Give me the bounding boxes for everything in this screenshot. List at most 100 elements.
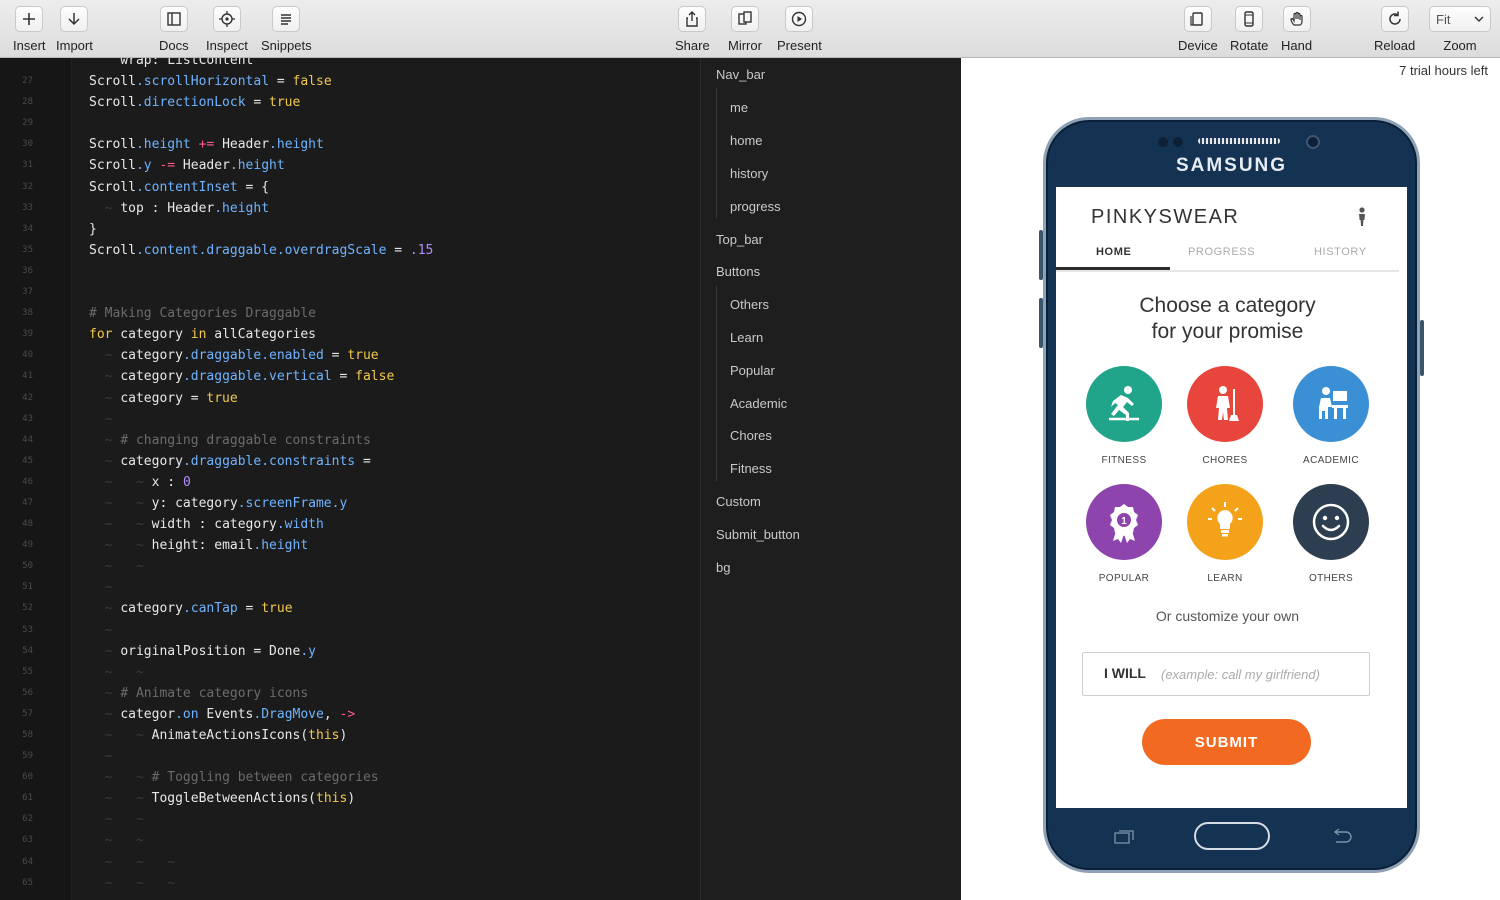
mirror-button[interactable]: Mirror bbox=[728, 6, 762, 53]
zoom-select[interactable]: Fit bbox=[1429, 6, 1491, 32]
customize-text: Or customize your own bbox=[1155, 608, 1300, 624]
code-line: 57 ~ categor.on Events.DragMove, -> bbox=[22, 706, 356, 722]
app-title: PINKYSWEAR bbox=[1091, 206, 1240, 228]
mirror-label: Mirror bbox=[728, 38, 762, 53]
target-icon bbox=[212, 6, 241, 32]
sidebar-icon bbox=[159, 6, 188, 32]
device-button[interactable]: Device bbox=[1178, 6, 1218, 53]
tab-home[interactable]: HOME bbox=[1096, 246, 1131, 258]
person-icon[interactable] bbox=[1356, 207, 1368, 227]
reload-label: Reload bbox=[1374, 38, 1416, 53]
present-button[interactable]: Present bbox=[777, 6, 822, 53]
layer-submit-button[interactable]: Submit_button bbox=[716, 527, 800, 542]
code-line: 47 ~ ~ y: category.screenFrame.y bbox=[22, 495, 348, 511]
headline-line-1: Choose a category bbox=[1139, 294, 1316, 317]
code-line: 41 ~ category.draggable.vertical = false bbox=[22, 369, 395, 385]
code-line: 55 ~ ~ bbox=[22, 664, 144, 680]
proximity-sensor bbox=[1173, 137, 1183, 147]
code-line: 45 ~ category.draggable.constraints = bbox=[22, 453, 371, 469]
submit-button[interactable]: SUBMIT bbox=[1142, 719, 1311, 765]
home-key[interactable] bbox=[1194, 822, 1270, 850]
back-icon[interactable] bbox=[1330, 828, 1354, 844]
layer-bg[interactable]: bg bbox=[716, 560, 730, 575]
category-others[interactable]: OTHERS bbox=[1279, 484, 1383, 584]
promise-input[interactable] bbox=[1161, 662, 1361, 686]
download-icon bbox=[60, 6, 89, 32]
input-prefix: I WILL bbox=[1104, 665, 1146, 681]
layer-custom[interactable]: Custom bbox=[716, 494, 761, 509]
promise-input-box[interactable]: I WILL bbox=[1082, 652, 1370, 696]
code-line: 31 Scroll.y -= Header.height bbox=[22, 158, 285, 174]
list-icon bbox=[272, 6, 301, 32]
layer-nav-bar[interactable]: Nav_bar bbox=[716, 67, 765, 82]
category-chores[interactable]: CHORES bbox=[1173, 366, 1277, 466]
headline: Choose a category for your promise bbox=[1056, 293, 1399, 345]
share-button[interactable]: Share bbox=[675, 6, 710, 53]
category-label: POPULAR bbox=[1098, 573, 1150, 584]
share-icon bbox=[678, 6, 707, 32]
code-line: 58 ~ ~ AnimateActionsIcons(this) bbox=[22, 728, 348, 743]
category-learn[interactable]: LEARN bbox=[1173, 484, 1277, 584]
layer-home[interactable]: home bbox=[730, 133, 763, 148]
layer-chores[interactable]: Chores bbox=[730, 428, 772, 443]
device-label: Device bbox=[1178, 38, 1218, 53]
chevron-down-icon bbox=[1474, 16, 1484, 22]
code-line: 52 ~ category.canTap = true bbox=[22, 601, 293, 617]
import-button[interactable]: Import bbox=[56, 6, 93, 53]
layer-top-bar[interactable]: Top_bar bbox=[716, 232, 763, 247]
layer-others[interactable]: Others bbox=[730, 297, 769, 312]
hand-button[interactable]: Hand bbox=[1281, 6, 1312, 53]
code-line: 46 ~ ~ x : 0 bbox=[22, 474, 191, 490]
snippets-button[interactable]: Snippets bbox=[261, 6, 312, 53]
tab-history[interactable]: HISTORY bbox=[1314, 246, 1367, 258]
device-preview: 7 trial hours left SAMSUNG PINKYSWEAR HO… bbox=[961, 58, 1500, 900]
category-popular[interactable]: 1 POPULAR bbox=[1072, 484, 1176, 584]
layer-me[interactable]: me bbox=[730, 100, 748, 115]
layer-history[interactable]: history bbox=[730, 166, 768, 181]
power-button bbox=[1420, 320, 1424, 376]
code-line: 50 ~ ~ bbox=[22, 559, 144, 575]
category-label: OTHERS bbox=[1308, 573, 1354, 584]
layer-learn[interactable]: Learn bbox=[730, 330, 763, 345]
zoom-control[interactable]: Fit Zoom bbox=[1429, 6, 1491, 53]
earpiece-speaker bbox=[1198, 138, 1280, 144]
rotate-button[interactable]: Rotate bbox=[1230, 6, 1268, 53]
tab-progress[interactable]: PROGRESS bbox=[1188, 246, 1255, 258]
code-line: 27 Scroll.scrollHorizontal = false bbox=[22, 74, 332, 90]
layer-academic[interactable]: Academic bbox=[730, 396, 787, 411]
category-label: LEARN bbox=[1207, 573, 1243, 584]
code-line: 64 ~ ~ ~ bbox=[22, 854, 176, 870]
layer-buttons[interactable]: Buttons bbox=[716, 264, 760, 279]
import-label: Import bbox=[56, 38, 93, 53]
device-icon bbox=[1183, 6, 1212, 32]
code-lines: wrap: ListContent 27 Scroll.scrollHorizon… bbox=[0, 58, 700, 894]
volume-button bbox=[1039, 230, 1043, 280]
code-line: 60 ~ ~ # Toggling between categories bbox=[22, 770, 379, 786]
code-line: 33 ~ top : Header.height bbox=[22, 200, 270, 216]
code-line: 40 ~ category.draggable.enabled = true bbox=[22, 348, 379, 364]
rotate-label: Rotate bbox=[1230, 38, 1269, 53]
code-editor[interactable]: wrap: ListContent 27 Scroll.scrollHorizon… bbox=[0, 58, 700, 900]
inspect-button[interactable]: Inspect bbox=[206, 6, 248, 53]
layer-progress[interactable]: progress bbox=[730, 199, 781, 214]
code-line: wrap: ListContent bbox=[89, 58, 254, 68]
layer-popular[interactable]: Popular bbox=[730, 363, 775, 378]
proximity-sensor bbox=[1158, 137, 1168, 147]
reload-button[interactable]: Reload bbox=[1374, 6, 1415, 53]
hand-icon bbox=[1282, 6, 1311, 32]
recent-apps-icon[interactable] bbox=[1114, 830, 1134, 844]
category-fitness[interactable]: FITNESS bbox=[1072, 366, 1176, 466]
learn-icon bbox=[1187, 484, 1263, 560]
category-academic[interactable]: ACADEMIC bbox=[1279, 366, 1383, 466]
layer-tree-guide bbox=[716, 286, 717, 481]
docs-button[interactable]: Docs bbox=[159, 6, 189, 53]
insert-button[interactable]: Insert bbox=[13, 6, 46, 53]
layer-fitness[interactable]: Fitness bbox=[730, 461, 772, 476]
code-line: 56 ~ # Animate category icons bbox=[22, 685, 309, 701]
code-line: 29 bbox=[22, 118, 33, 129]
active-tab-indicator bbox=[1056, 267, 1170, 270]
code-line: 34} bbox=[22, 221, 97, 237]
code-line: 59 ~ bbox=[22, 749, 113, 765]
code-line: 63 ~ ~ bbox=[22, 833, 144, 849]
category-label: ACADEMIC bbox=[1303, 455, 1359, 466]
